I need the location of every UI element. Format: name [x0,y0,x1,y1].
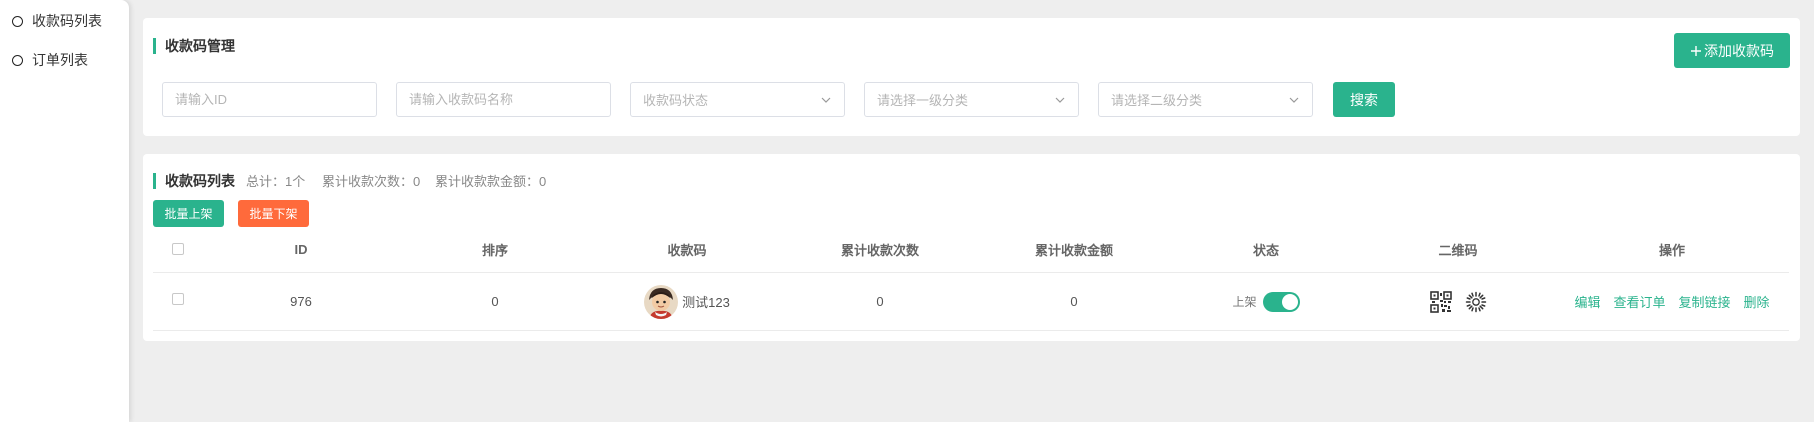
category1-select-placeholder: 请选择一级分类 [877,93,969,108]
column-header-id: ID [294,241,308,257]
chevron-down-icon [1289,97,1299,103]
copy-link-link[interactable]: 复制链接 [1679,292,1731,311]
cell-count: 0 [876,294,884,309]
batch-off-button[interactable]: 批量下架 [238,200,309,227]
edit-link[interactable]: 编辑 [1574,292,1600,311]
status-select[interactable]: 收款码状态 [630,82,845,117]
row-checkbox-cell [153,292,203,305]
title-accent-bar [153,38,156,54]
stat-count: 累计收款次数：0 [322,174,421,189]
view-orders-link[interactable]: 查看订单 [1613,292,1665,311]
stat-amount: 累计收款款金额：0 [435,174,547,189]
sidebar-item-label: 收款码列表 [32,13,102,29]
mini-program-code-icon[interactable] [1465,291,1487,313]
radio-icon [12,54,23,66]
sidebar-item-payment-code-list[interactable]: 收款码列表 [12,10,102,32]
toggle-knob [1281,293,1298,310]
chevron-down-icon [1055,97,1065,103]
category2-select[interactable]: 请选择二级分类 [1098,82,1313,117]
stat-total: 总计：1个 [246,174,306,189]
list-panel-title: 收款码列表 [165,173,235,189]
category1-select[interactable]: 请选择一级分类 [864,82,1079,117]
list-panel: 收款码列表 总计：1个 累计收款次数：0 累计收款款金额：0 批量上架 批量下架… [143,154,1800,341]
sidebar: 收款码列表 订单列表 [0,0,129,422]
chevron-down-icon [821,97,831,103]
header-checkbox-cell [153,243,203,255]
category2-select-placeholder: 请选择二级分类 [1111,93,1203,108]
sidebar-item-order-list[interactable]: 订单列表 [12,49,88,71]
cell-amount: 0 [1070,294,1078,309]
cell-id: 976 [290,294,312,309]
manage-panel: 收款码管理 添加收款码 收款码状态 请选择一级分类 请选择二级分类 搜索 [143,18,1800,136]
batch-on-button[interactable]: 批量上架 [153,200,224,227]
status-label: 上架 [1232,295,1257,309]
add-button-label: 添加收款码 [1704,42,1774,59]
column-header-actions: 操作 [1658,242,1685,258]
manage-panel-title: 收款码管理 [165,38,235,54]
table-header: ID 排序 收款码 累计收款次数 累计收款金额 状态 二维码 操作 [153,226,1789,273]
row-checkbox[interactable] [172,292,184,305]
status-toggle[interactable] [1262,291,1300,312]
status-select-placeholder: 收款码状态 [643,93,709,108]
delete-link[interactable]: 删除 [1744,292,1770,311]
column-header-sort: 排序 [481,242,508,258]
column-header-count: 累计收款次数 [840,242,919,258]
sidebar-item-label: 订单列表 [32,52,88,68]
avatar [644,284,679,319]
cell-actions: 编辑 查看订单 复制链接 删除 [1555,292,1789,311]
code-name: 测试123 [682,295,730,310]
cell-qr [1361,290,1555,313]
title-accent-bar [153,173,156,189]
cell-code: 测试123 [591,284,783,319]
payment-code-table: ID 排序 收款码 累计收款次数 累计收款金额 状态 二维码 操作 976 0 [153,226,1789,331]
column-header-status: 状态 [1252,242,1279,258]
column-header-qr: 二维码 [1438,242,1478,258]
cell-status: 上架 [1171,291,1361,312]
plus-icon [1691,45,1701,56]
qr-code-icon[interactable] [1429,290,1452,313]
radio-icon [12,15,23,27]
search-button[interactable]: 搜索 [1333,82,1395,117]
select-all-checkbox[interactable] [172,243,184,255]
cell-sort: 0 [491,294,499,309]
column-header-code: 收款码 [667,242,707,258]
id-input[interactable] [162,82,377,117]
column-header-amount: 累计收款金额 [1034,242,1113,258]
name-input[interactable] [396,82,611,117]
table-row: 976 0 测试123 0 0 上架 编辑 查看订单 复制链接 删除 [153,273,1789,331]
add-payment-code-button[interactable]: 添加收款码 [1674,33,1790,68]
